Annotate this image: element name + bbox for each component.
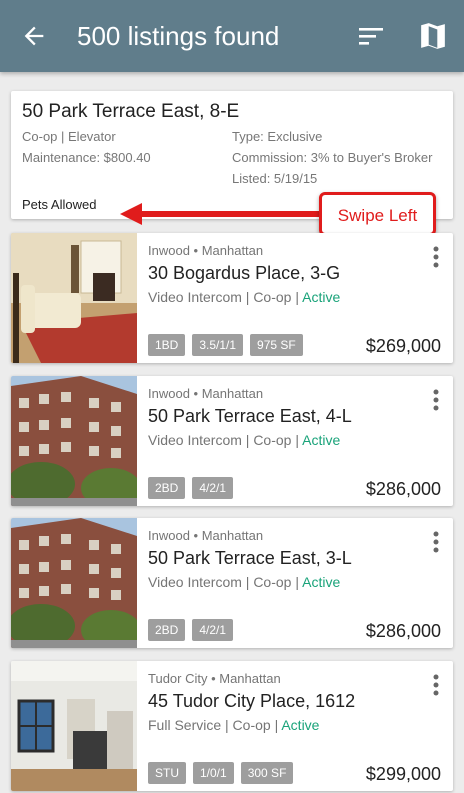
listing-tags: STU 1/0/1 300 SF (148, 762, 294, 784)
listing-address: 50 Park Terrace East, 8-E (22, 101, 240, 122)
listing-address: 50 Park Terrace East, 4-L (148, 406, 352, 426)
listing-address: 45 Tudor City Place, 1612 (148, 691, 356, 711)
listing-neighborhood: Inwood • Manhattan (148, 243, 264, 258)
tag-bedrooms: 2BD (148, 619, 186, 641)
more-vert-icon[interactable] (430, 530, 442, 554)
listing-card[interactable]: Tudor City • Manhattan 45 Tudor City Pla… (11, 661, 453, 791)
tag-bedrooms: STU (148, 762, 186, 784)
listed-date: Listed: 5/19/15 (232, 171, 318, 186)
listing-neighborhood: Tudor City • Manhattan (148, 671, 281, 686)
swipe-left-callout: Swipe Left (319, 192, 436, 236)
map-icon[interactable] (420, 22, 446, 50)
status-active: Active (302, 574, 341, 590)
tag-rooms: 1/0/1 (193, 762, 234, 784)
arrow-left-icon[interactable] (20, 22, 48, 50)
more-vert-icon[interactable] (430, 673, 442, 697)
sort-icon[interactable] (358, 24, 384, 48)
listing-tags: 1BD 3.5/1/1 975 SF (148, 334, 303, 356)
tag-rooms: 4/2/1 (192, 619, 234, 641)
more-vert-icon[interactable] (430, 245, 442, 269)
listing-price: $286,000 (365, 621, 441, 641)
listing-photo (11, 661, 137, 791)
listing-tags: 2BD 4/2/1 (148, 619, 234, 641)
listing-neighborhood: Inwood • Manhattan (148, 528, 264, 543)
listing-price: $269,000 (365, 336, 441, 356)
listing-price: $286,000 (365, 479, 441, 499)
status-active: Active (302, 289, 341, 305)
listing-amenities: Video Intercom | Co-op | Active (148, 574, 341, 590)
app-bar: 500 listings found (0, 0, 464, 72)
listing-price: $299,000 (365, 764, 441, 784)
status-active: Active (302, 432, 341, 448)
swipe-left-arrow (120, 203, 322, 225)
tag-bedrooms: 1BD (148, 334, 186, 356)
listing-card[interactable]: Inwood • Manhattan 50 Park Terrace East,… (11, 376, 453, 506)
listing-photo (11, 233, 137, 363)
tag-size: 300 SF (240, 762, 294, 784)
pets-policy: Pets Allowed (22, 197, 97, 212)
status-active: Active (281, 717, 320, 733)
listing-photo (11, 376, 137, 506)
listing-address: 50 Park Terrace East, 3-L (148, 548, 352, 568)
listing-amenities: Video Intercom | Co-op | Active (148, 432, 341, 448)
listing-amenities: Video Intercom | Co-op | Active (148, 289, 341, 305)
commission: Commission: 3% to Buyer's Broker (232, 150, 433, 165)
listing-amenities: Full Service | Co-op | Active (148, 717, 320, 733)
maintenance: Maintenance: $800.40 (22, 150, 151, 165)
listing-photo (11, 518, 137, 648)
more-vert-icon[interactable] (430, 388, 442, 412)
listing-card[interactable]: Inwood • Manhattan 30 Bogardus Place, 3-… (11, 233, 453, 363)
page-title: 500 listings found (77, 21, 280, 51)
listing-neighborhood: Inwood • Manhattan (148, 386, 264, 401)
tag-size: 975 SF (250, 334, 303, 356)
tag-rooms: 4/2/1 (192, 477, 234, 499)
building-type: Co-op | Elevator (22, 129, 116, 144)
listing-tags: 2BD 4/2/1 (148, 477, 234, 499)
listing-address: 30 Bogardus Place, 3-G (148, 263, 341, 283)
listing-type: Type: Exclusive (232, 129, 323, 144)
callout-label: Swipe Left (337, 206, 418, 225)
tag-bedrooms: 2BD (148, 477, 186, 499)
listing-card[interactable]: Inwood • Manhattan 50 Park Terrace East,… (11, 518, 453, 648)
tag-rooms: 3.5/1/1 (192, 334, 244, 356)
